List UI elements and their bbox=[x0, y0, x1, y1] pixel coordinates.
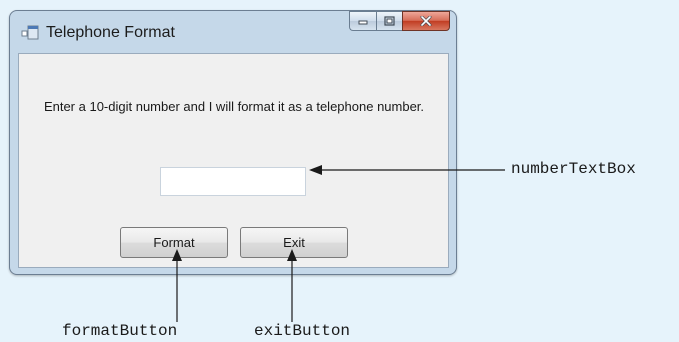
exit-button-callout: exitButton bbox=[254, 322, 351, 340]
exit-button-arrowhead bbox=[287, 249, 297, 261]
format-button-arrowhead bbox=[172, 249, 182, 261]
format-button-callout: formatButton bbox=[62, 322, 178, 340]
number-textbox-callout: numberTextBox bbox=[511, 160, 636, 178]
number-textbox-arrowhead bbox=[309, 165, 322, 175]
